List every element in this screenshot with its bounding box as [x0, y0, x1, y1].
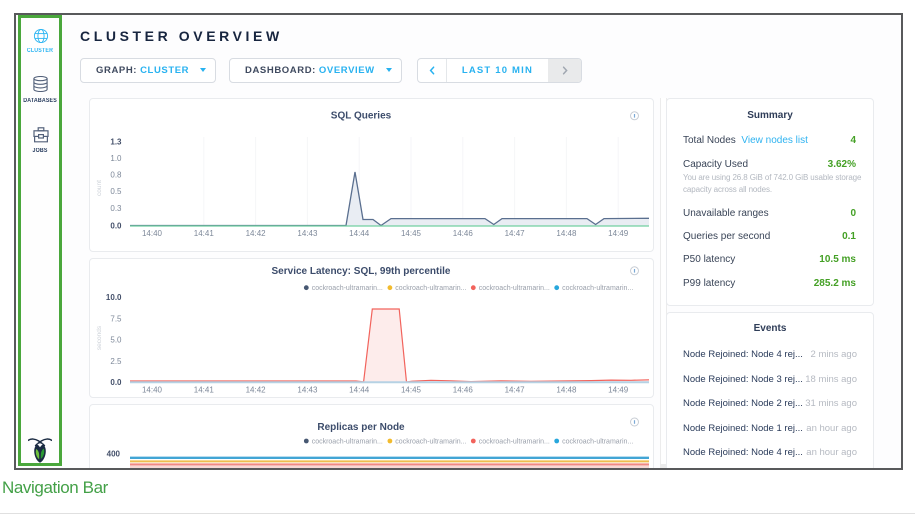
svg-text:14:40: 14:40 — [142, 229, 163, 238]
svg-text:14:42: 14:42 — [246, 385, 267, 394]
svg-text:14:49: 14:49 — [608, 229, 629, 238]
svg-text:0.0: 0.0 — [110, 221, 122, 230]
svg-text:7.5: 7.5 — [110, 314, 122, 323]
svg-text:14:48: 14:48 — [556, 229, 577, 238]
svg-text:0.8: 0.8 — [110, 170, 122, 179]
svg-text:14:45: 14:45 — [401, 385, 422, 394]
svg-text:400: 400 — [107, 450, 121, 459]
svg-text:2.5: 2.5 — [110, 357, 122, 366]
svg-text:14:46: 14:46 — [453, 385, 474, 394]
svg-text:14:47: 14:47 — [505, 385, 526, 394]
svg-text:cockroach-ultramarin...: cockroach-ultramarin... — [312, 285, 383, 292]
svg-text:1.0: 1.0 — [110, 154, 122, 163]
svg-text:14:46: 14:46 — [453, 229, 474, 238]
svg-text:cockroach-ultramarin...: cockroach-ultramarin... — [562, 439, 633, 446]
svg-text:14:41: 14:41 — [194, 385, 215, 394]
svg-text:14:45: 14:45 — [401, 229, 422, 238]
svg-text:1.3: 1.3 — [110, 137, 122, 146]
svg-text:0.5: 0.5 — [110, 187, 122, 196]
svg-text:14:49: 14:49 — [608, 385, 629, 394]
svg-text:14:47: 14:47 — [505, 229, 526, 238]
svg-text:14:41: 14:41 — [194, 229, 215, 238]
svg-text:cockroach-ultramarin...: cockroach-ultramarin... — [479, 285, 550, 292]
svg-text:cockroach-ultramarin...: cockroach-ultramarin... — [395, 285, 466, 292]
svg-text:count: count — [96, 180, 103, 196]
svg-text:0.3: 0.3 — [110, 204, 122, 213]
svg-text:0.0: 0.0 — [110, 378, 122, 387]
svg-text:14:44: 14:44 — [349, 229, 370, 238]
svg-text:5.0: 5.0 — [110, 336, 122, 345]
svg-text:Replicas per Node: Replicas per Node — [317, 422, 405, 433]
svg-text:cockroach-ultramarin...: cockroach-ultramarin... — [479, 439, 550, 446]
svg-text:seconds: seconds — [96, 325, 103, 350]
svg-text:14:43: 14:43 — [297, 229, 318, 238]
svg-text:14:43: 14:43 — [297, 385, 318, 394]
svg-text:Service Latency: SQL, 99th per: Service Latency: SQL, 99th percentile — [272, 266, 451, 277]
svg-text:cockroach-ultramarin...: cockroach-ultramarin... — [562, 285, 633, 292]
svg-text:14:44: 14:44 — [349, 385, 370, 394]
svg-text:cockroach-ultramarin...: cockroach-ultramarin... — [395, 439, 466, 446]
svg-text:14:48: 14:48 — [556, 385, 577, 394]
svg-text:14:40: 14:40 — [142, 385, 163, 394]
svg-text:cockroach-ultramarin...: cockroach-ultramarin... — [312, 439, 383, 446]
svg-text:10.0: 10.0 — [106, 293, 122, 302]
svg-text:14:42: 14:42 — [246, 229, 267, 238]
svg-text:SQL Queries: SQL Queries — [331, 111, 392, 122]
